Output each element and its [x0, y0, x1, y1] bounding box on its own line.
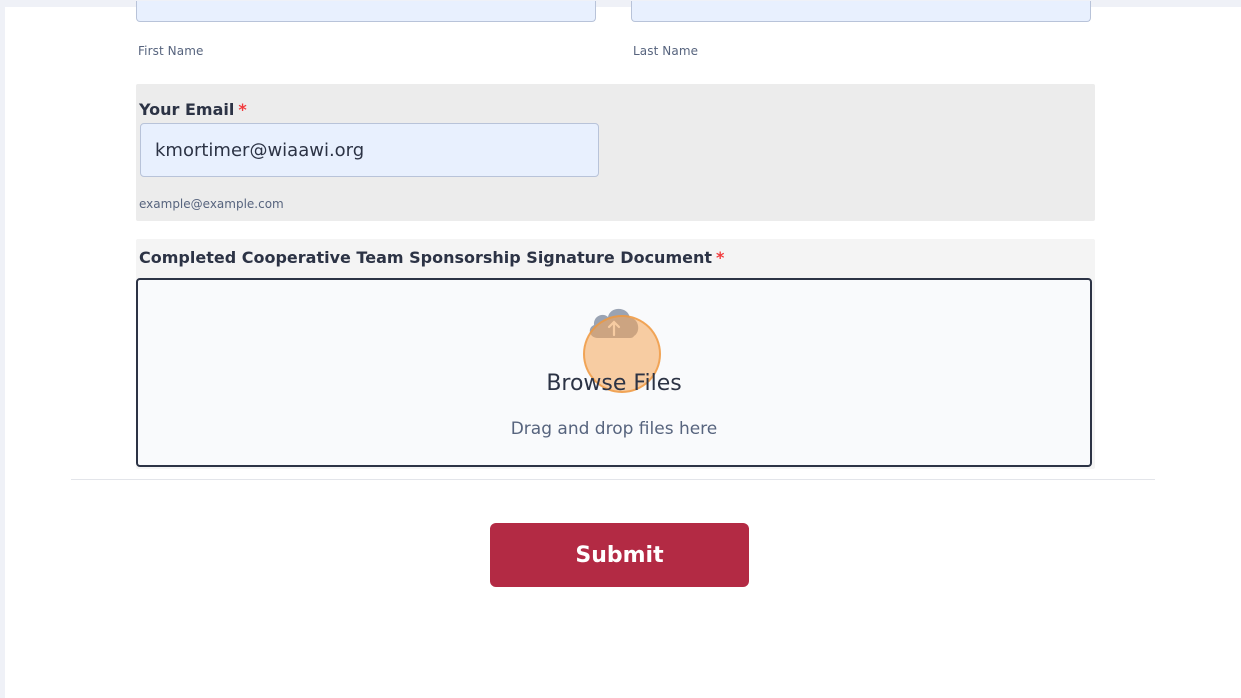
- form-page: First Name Last Name Your Email* example…: [5, 1, 1241, 698]
- first-name-sublabel: First Name: [138, 44, 204, 58]
- drag-drop-hint: Drag and drop files here: [510, 419, 718, 439]
- upload-label-text: Completed Cooperative Team Sponsorship S…: [139, 248, 712, 267]
- email-label-text: Your Email: [139, 100, 235, 119]
- browse-files-link[interactable]: Browse Files: [138, 371, 1090, 396]
- file-dropzone[interactable]: Browse Files Drag and drop files here: [136, 278, 1092, 467]
- email-input[interactable]: [140, 123, 599, 177]
- upload-label: Completed Cooperative Team Sponsorship S…: [139, 248, 724, 267]
- required-asterisk: *: [238, 100, 247, 119]
- email-hint: example@example.com: [139, 197, 284, 211]
- last-name-sublabel: Last Name: [633, 44, 699, 58]
- email-section: Your Email* example@example.com: [136, 84, 1095, 221]
- submit-button[interactable]: Submit: [490, 523, 749, 587]
- email-label: Your Email *: [139, 100, 247, 119]
- upload-section: Completed Cooperative Team Sponsorship S…: [136, 239, 1095, 469]
- required-asterisk: *: [716, 248, 725, 267]
- last-name-input[interactable]: [631, 1, 1091, 22]
- first-name-input[interactable]: [136, 1, 596, 22]
- divider: [71, 479, 1155, 480]
